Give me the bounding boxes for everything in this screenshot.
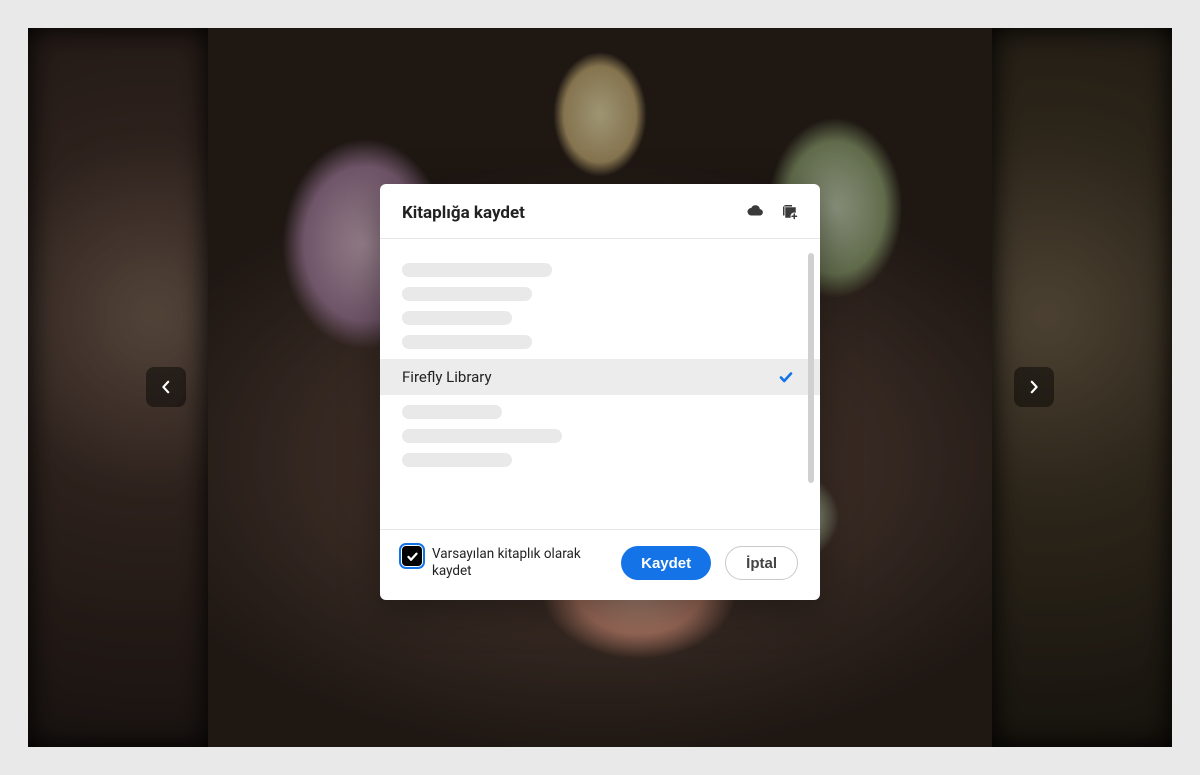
dialog-header: Kitaplığa kaydet — [380, 184, 820, 239]
default-library-checkbox-label: Varsayılan kitaplık olarak kaydet — [432, 546, 602, 580]
library-item-skeleton — [402, 335, 532, 349]
cloud-icon[interactable] — [746, 202, 764, 224]
chevron-left-icon — [159, 380, 173, 394]
dialog-title: Kitaplığa kaydet — [402, 203, 525, 223]
library-item-label: Firefly Library — [402, 368, 492, 386]
library-item-skeleton — [402, 453, 512, 467]
save-to-library-dialog: Kitaplığa kaydet Firefly Library Var — [380, 184, 820, 600]
chevron-right-icon — [1027, 380, 1041, 394]
library-add-icon[interactable] — [780, 202, 798, 224]
cancel-button[interactable]: İptal — [725, 546, 798, 580]
save-button[interactable]: Kaydet — [621, 546, 711, 580]
dialog-footer: Varsayılan kitaplık olarak kaydet Kaydet… — [380, 529, 820, 600]
check-icon — [778, 369, 794, 385]
library-list[interactable]: Firefly Library — [380, 239, 820, 529]
previous-image-button[interactable] — [146, 367, 186, 407]
library-item-skeleton — [402, 429, 562, 443]
next-image-button[interactable] — [1014, 367, 1054, 407]
library-item-skeleton — [402, 287, 532, 301]
library-item-skeleton — [402, 263, 552, 277]
default-library-checkbox[interactable] — [402, 546, 422, 566]
library-item-skeleton — [402, 405, 502, 419]
library-item-skeleton — [402, 311, 512, 325]
default-library-checkbox-group[interactable]: Varsayılan kitaplık olarak kaydet — [402, 546, 607, 580]
checkmark-icon — [406, 550, 419, 563]
library-item-selected[interactable]: Firefly Library — [380, 359, 820, 395]
dialog-header-icons — [746, 202, 798, 224]
